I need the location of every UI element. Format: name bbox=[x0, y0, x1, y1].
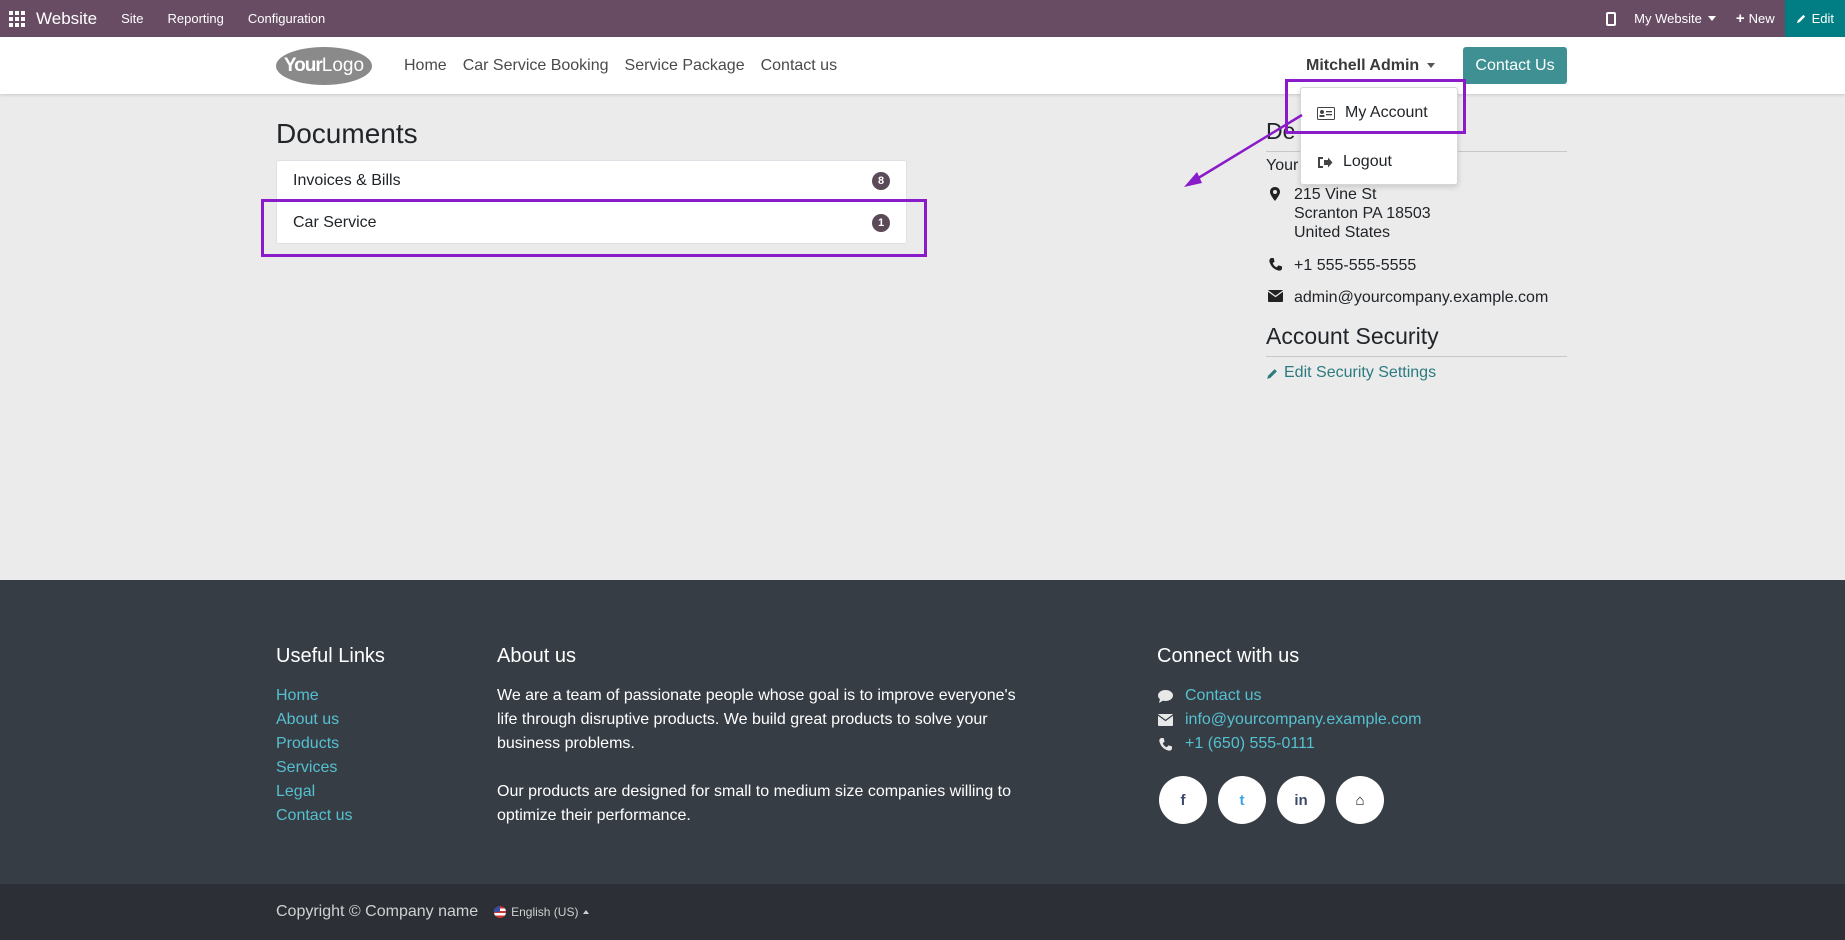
social-links: f t in ⌂ bbox=[1159, 776, 1384, 824]
menu-item-logout[interactable]: Logout bbox=[1301, 142, 1457, 182]
email-value: admin@yourcompany.example.com bbox=[1294, 289, 1549, 306]
edit-button-label: Edit bbox=[1811, 11, 1834, 26]
footer-link-home[interactable]: Home bbox=[276, 684, 352, 708]
logo-bold-text: Your bbox=[283, 55, 323, 76]
security-title: Account Security bbox=[1266, 323, 1567, 357]
footer-link-legal[interactable]: Legal bbox=[276, 780, 352, 804]
contact-us-button[interactable]: Contact Us bbox=[1463, 47, 1567, 84]
page-title: Documents bbox=[276, 118, 418, 149]
nav-contact-us[interactable]: Contact us bbox=[761, 57, 837, 75]
twitter-icon[interactable]: t bbox=[1218, 776, 1266, 824]
us-flag-icon bbox=[494, 906, 507, 918]
documents-list: Invoices & Bills 8 Car Service 1 bbox=[276, 160, 907, 244]
new-button-label: New bbox=[1748, 11, 1775, 26]
language-selector[interactable]: English (US) bbox=[494, 905, 590, 919]
connect-phone-label: +1 (650) 555-0111 bbox=[1185, 735, 1315, 752]
doc-item-label: Invoices & Bills bbox=[293, 172, 401, 189]
connect-list: Contact us info@yourcompany.example.com … bbox=[1157, 684, 1422, 756]
pencil-icon bbox=[1267, 368, 1277, 379]
main-nav: Home Car Service Booking Service Package… bbox=[404, 37, 837, 94]
site-header: Your Logo Home Car Service Booking Servic… bbox=[0, 37, 1845, 94]
edit-button[interactable]: Edit bbox=[1784, 0, 1845, 37]
phone-icon bbox=[1157, 737, 1173, 751]
sign-out-icon bbox=[1318, 156, 1333, 168]
doc-item-invoices[interactable]: Invoices & Bills 8 bbox=[277, 161, 906, 202]
nav-service-package[interactable]: Service Package bbox=[625, 57, 745, 75]
connect-title: Connect with us bbox=[1157, 645, 1300, 667]
useful-links-title: Useful Links bbox=[276, 645, 385, 667]
useful-links-list: Home About us Products Services Legal Co… bbox=[276, 684, 352, 828]
count-badge: 1 bbox=[872, 213, 890, 232]
chevron-down-icon bbox=[1427, 63, 1436, 68]
pencil-icon bbox=[1796, 14, 1805, 24]
footer-link-about[interactable]: About us bbox=[276, 708, 352, 732]
about-paragraph: Our products are designed for small to m… bbox=[497, 783, 1012, 824]
admin-bar: Website Site Reporting Configuration My … bbox=[0, 0, 1845, 37]
address-line: United States bbox=[1294, 224, 1391, 241]
language-label: English (US) bbox=[511, 905, 579, 919]
logo-text: Logo bbox=[321, 55, 365, 76]
menu-item-label: My Account bbox=[1345, 104, 1428, 121]
nav-car-service-booking[interactable]: Car Service Booking bbox=[463, 57, 609, 75]
app-brand[interactable]: Website bbox=[36, 9, 97, 29]
home-icon[interactable]: ⌂ bbox=[1336, 776, 1384, 824]
plus-icon: + bbox=[1735, 10, 1745, 27]
user-menu-toggle[interactable]: Mitchell Admin bbox=[1306, 37, 1436, 94]
phone-icon bbox=[1266, 256, 1284, 275]
details-user-left: Your bbox=[1266, 157, 1299, 174]
connect-contact-label: Contact us bbox=[1185, 687, 1262, 704]
facebook-icon[interactable]: f bbox=[1159, 776, 1207, 824]
menu-reporting[interactable]: Reporting bbox=[168, 11, 224, 26]
copyright-bar: Copyright © Company name English (US) bbox=[0, 884, 1845, 940]
site-footer: Useful Links Home About us Products Serv… bbox=[0, 580, 1845, 884]
site-logo[interactable]: Your Logo bbox=[276, 47, 372, 85]
copyright-text: Copyright © Company name bbox=[276, 903, 479, 920]
user-dropdown-menu: My Account Logout bbox=[1300, 87, 1458, 185]
phone-value: +1 555-555-5555 bbox=[1294, 257, 1417, 274]
menu-item-my-account[interactable]: My Account bbox=[1301, 93, 1457, 133]
connect-phone-row[interactable]: +1 (650) 555-0111 bbox=[1157, 732, 1422, 756]
about-text: We are a team of passionate people whose… bbox=[497, 684, 1037, 828]
address-line: Scranton PA 18503 bbox=[1294, 205, 1431, 222]
about-paragraph: We are a team of passionate people whose… bbox=[497, 687, 1016, 752]
mobile-preview-icon[interactable] bbox=[1606, 11, 1617, 26]
menu-configuration[interactable]: Configuration bbox=[248, 11, 325, 26]
envelope-icon bbox=[1157, 714, 1173, 726]
edit-security-label: Edit Security Settings bbox=[1284, 364, 1437, 381]
footer-link-products[interactable]: Products bbox=[276, 732, 352, 756]
map-marker-icon bbox=[1266, 185, 1284, 242]
menu-site[interactable]: Site bbox=[121, 11, 143, 26]
apps-menu-icon[interactable] bbox=[0, 0, 34, 37]
footer-link-services[interactable]: Services bbox=[276, 756, 352, 780]
website-switcher-label: My Website bbox=[1634, 11, 1702, 26]
email-row: admin@yourcompany.example.com bbox=[1266, 288, 1567, 307]
website-switcher[interactable]: My Website bbox=[1634, 11, 1716, 26]
edit-security-link[interactable]: Edit Security Settings bbox=[1266, 364, 1567, 382]
nav-home[interactable]: Home bbox=[404, 57, 447, 75]
envelope-icon bbox=[1266, 288, 1284, 307]
chevron-down-icon bbox=[1707, 16, 1716, 21]
doc-item-label: Car Service bbox=[293, 213, 377, 231]
connect-email-label: info@yourcompany.example.com bbox=[1185, 711, 1422, 728]
doc-item-car-service[interactable]: Car Service 1 bbox=[277, 202, 906, 243]
menu-item-label: Logout bbox=[1343, 153, 1392, 170]
connect-contact-row[interactable]: Contact us bbox=[1157, 684, 1422, 708]
count-badge: 8 bbox=[872, 172, 890, 190]
comment-icon bbox=[1157, 689, 1173, 703]
connect-email-row[interactable]: info@yourcompany.example.com bbox=[1157, 708, 1422, 732]
new-button[interactable]: + New bbox=[1736, 10, 1775, 27]
address-line: 215 Vine St bbox=[1294, 186, 1377, 203]
id-card-icon bbox=[1317, 106, 1335, 120]
footer-link-contact[interactable]: Contact us bbox=[276, 804, 352, 828]
phone-row: +1 555-555-5555 bbox=[1266, 256, 1567, 275]
address-row: 215 Vine St Scranton PA 18503 United Sta… bbox=[1266, 185, 1567, 242]
linkedin-icon[interactable]: in bbox=[1277, 776, 1325, 824]
user-name: Mitchell Admin bbox=[1306, 56, 1420, 74]
chevron-up-icon bbox=[583, 910, 590, 914]
about-title: About us bbox=[497, 645, 576, 667]
